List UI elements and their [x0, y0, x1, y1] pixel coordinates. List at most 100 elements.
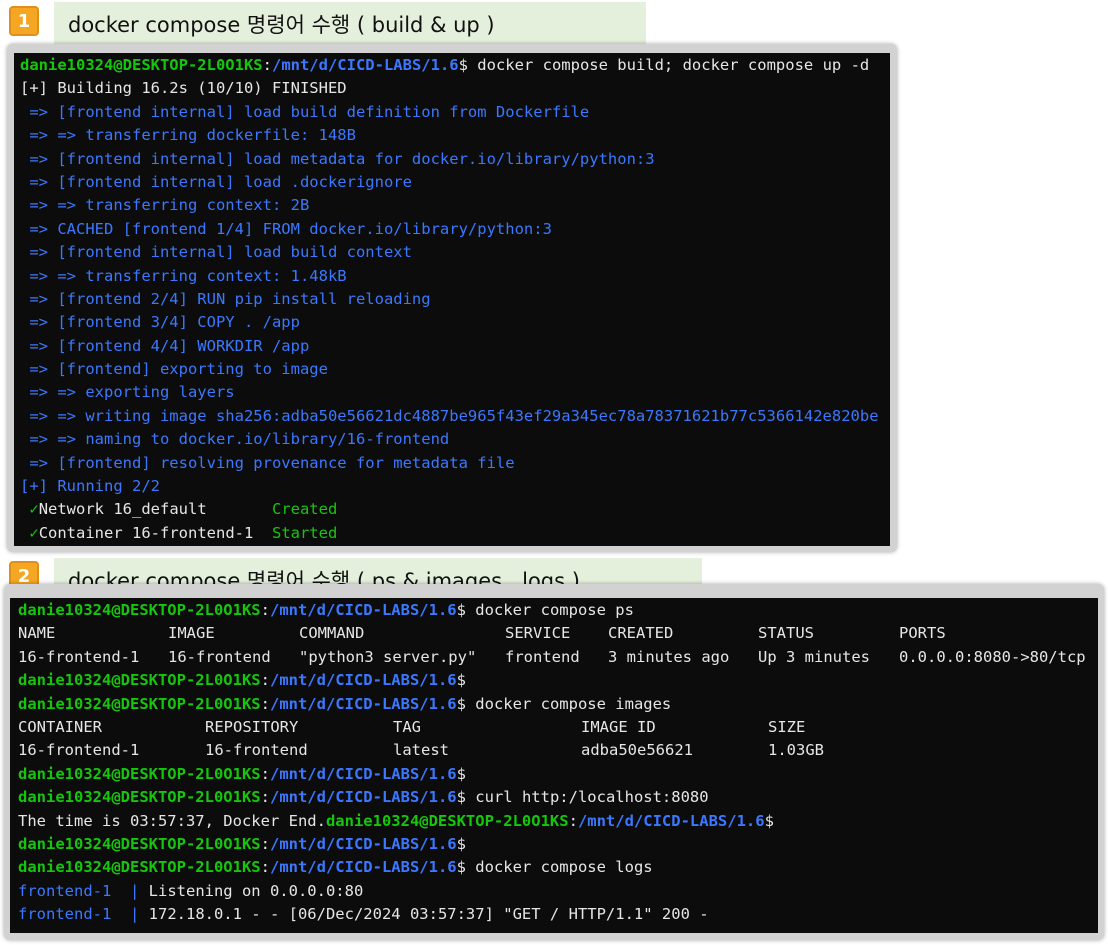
ps-header: PORTS [899, 624, 946, 643]
prompt-dollar: $ [456, 671, 466, 690]
build-steps: => [frontend internal] load build defini… [20, 101, 890, 475]
images-row: 16-frontend-1 16-frontend latest adba50e566… [18, 739, 1098, 762]
command-text: docker compose build; docker compose up … [467, 56, 870, 74]
prompt-user: danie10324@DESKTOP-2L0O1KS [18, 694, 261, 713]
build-step: => => transferring context: 1.48kB [20, 266, 347, 285]
prompt-dollar: $ [456, 788, 466, 807]
prompt-dollar: $ [458, 56, 468, 74]
prompt-path: /mnt/d/CICD-LABS/1.6 [269, 694, 457, 713]
check-icon: ✓ [29, 500, 39, 519]
build-step: => [frontend internal] load metadata for… [20, 149, 655, 168]
prompt-path: /mnt/d/CICD-LABS/1.6 [269, 858, 457, 877]
prompt-sep: : [568, 811, 578, 830]
build-step: => => writing image sha256:adba50e56621d… [20, 406, 879, 425]
build-step: => [frontend] exporting to image [20, 360, 328, 379]
log-line: frontend-1 | 172.18.0.1 - - [06/Dec/2024… [18, 903, 1098, 926]
images-header-row: CONTAINER REPOSITORY TAG IMAGE ID SIZE [18, 716, 1098, 739]
ps-header: COMMAND [299, 624, 365, 643]
prompt-line: danie10324@DESKTOP-2L0O1KS:/mnt/d/CICD-L… [20, 54, 890, 77]
build-step: => [frontend internal] load build contex… [20, 243, 412, 262]
prompt-sep: : [260, 858, 270, 877]
prompt-dollar: $ [456, 834, 466, 853]
images-cell: 16-frontend [205, 741, 308, 760]
command-text: docker compose ps [465, 601, 634, 619]
ps-cell: 16-frontend [168, 647, 271, 666]
prompt-user: danie10324@DESKTOP-2L0O1KS [18, 858, 261, 877]
prompt-user: danie10324@DESKTOP-2L0O1KS [20, 56, 263, 74]
images-header: SIZE [768, 717, 806, 736]
prompt-user: danie10324@DESKTOP-2L0O1KS [325, 811, 569, 830]
ps-header-row: NAME IMAGE COMMAND SERVICE CREATED STATUS PORT… [18, 622, 1098, 645]
prompt-path: /mnt/d/CICD-LABS/1.6 [269, 788, 457, 807]
ps-cell: frontend [505, 647, 580, 666]
running-status: [+] Running 2/2 [20, 477, 160, 496]
prompt-sep: : [260, 788, 270, 807]
ps-cell: 3 minutes ago [608, 647, 730, 666]
prompt-path: /mnt/d/CICD-LABS/1.6 [269, 671, 457, 690]
terminal-1[interactable]: danie10324@DESKTOP-2L0O1KS:/mnt/d/CICD-L… [14, 53, 890, 546]
prompt-dollar: $ [764, 811, 774, 830]
prompt-path: /mnt/d/CICD-LABS/1.6 [269, 764, 457, 783]
terminal-2[interactable]: danie10324@DESKTOP-2L0O1KS:/mnt/d/CICD-L… [10, 598, 1098, 933]
prompt-user: danie10324@DESKTOP-2L0O1KS [18, 834, 261, 853]
result-status: Started [271, 523, 338, 542]
result-row: ✓Container 16-frontend-1 Started [20, 522, 890, 545]
prompt-sep: : [260, 694, 270, 713]
log-separator: | [111, 905, 149, 924]
build-step: => => transferring context: 2B [20, 196, 310, 215]
log-separator: | [111, 881, 149, 900]
images-header: IMAGE ID [581, 717, 656, 736]
step-1-caption: docker compose 명령어 수행 ( build & up ) [54, 2, 646, 46]
images-cell: latest [393, 741, 449, 760]
build-step: => => naming to docker.io/library/16-fro… [20, 430, 450, 449]
log-service: frontend-1 [18, 905, 112, 924]
build-step: => => transferring dockerfile: 148B [20, 126, 356, 145]
prompt-line: danie10324@DESKTOP-2L0O1KS:/mnt/d/CICD-L… [18, 786, 1098, 809]
build-step: => [frontend 4/4] WORKDIR /app [20, 336, 310, 355]
ps-header: IMAGE [168, 624, 215, 643]
prompt-user: danie10324@DESKTOP-2L0O1KS [18, 671, 261, 690]
ps-header: SERVICE [505, 624, 571, 643]
images-cell: adba50e56621 [581, 741, 693, 760]
command-text: curl http:/localhost:8080 [465, 788, 709, 807]
prompt-user: danie10324@DESKTOP-2L0O1KS [18, 764, 261, 783]
build-step: => [frontend] resolving provenance for m… [20, 453, 515, 472]
prompt-path: /mnt/d/CICD-LABS/1.6 [269, 601, 457, 619]
log-line: frontend-1 | Listening on 0.0.0.0:80 [18, 880, 1098, 903]
check-icon: ✓ [29, 523, 39, 542]
result-label: Container 16-frontend-1 [38, 523, 272, 542]
prompt-dollar: $ [456, 764, 466, 783]
ps-header: NAME [18, 624, 56, 643]
prompt-line: danie10324@DESKTOP-2L0O1KS:/mnt/d/CICD-L… [18, 763, 1098, 786]
build-step: => CACHED [frontend 1/4] FROM docker.io/… [20, 219, 552, 238]
prompt-sep: : [260, 601, 270, 619]
ps-cell: 16-frontend-1 [18, 647, 140, 666]
command-text: docker compose images [465, 694, 672, 713]
prompt-line: danie10324@DESKTOP-2L0O1KS:/mnt/d/CICD-L… [18, 669, 1098, 692]
ps-cell: "python3 server.py" [299, 647, 477, 666]
prompt-user: danie10324@DESKTOP-2L0O1KS [18, 788, 261, 807]
build-step: => [frontend 2/4] RUN pip install reload… [20, 289, 431, 308]
ps-cell: 0.0.0.0:8080->80/tcp [899, 647, 1086, 666]
ps-header: STATUS [758, 624, 814, 643]
prompt-line: danie10324@DESKTOP-2L0O1KS:/mnt/d/CICD-L… [18, 599, 1098, 622]
result-label: Network 16_default [38, 500, 272, 519]
build-step: => [frontend internal] load build defini… [20, 102, 590, 121]
ps-header: CREATED [608, 624, 674, 643]
prompt-dollar: $ [456, 858, 466, 877]
images-cell: 16-frontend-1 [18, 741, 140, 760]
images-header: TAG [393, 717, 421, 736]
result-row: ✓Network 16_default Created [20, 498, 890, 521]
prompt-line: danie10324@DESKTOP-2L0O1KS:/mnt/d/CICD-L… [18, 833, 1098, 856]
log-message: 172.18.0.1 - - [06/Dec/2024 03:57:37] "G… [148, 905, 709, 924]
build-step: => [frontend 3/4] COPY . /app [20, 313, 300, 332]
ps-cell: Up 3 minutes [758, 647, 870, 666]
curl-output: The time is 03:57:37, Docker End. [18, 811, 326, 830]
log-service: frontend-1 [18, 881, 112, 900]
prompt-line: danie10324@DESKTOP-2L0O1KS:/mnt/d/CICD-L… [18, 693, 1098, 716]
curl-output-line: The time is 03:57:37, Docker End.danie10… [18, 810, 1098, 833]
prompt-sep: : [262, 56, 272, 74]
log-message: Listening on 0.0.0.0:80 [148, 881, 364, 900]
prompt-user: danie10324@DESKTOP-2L0O1KS [18, 601, 261, 619]
prompt-path: /mnt/d/CICD-LABS/1.6 [577, 811, 765, 830]
